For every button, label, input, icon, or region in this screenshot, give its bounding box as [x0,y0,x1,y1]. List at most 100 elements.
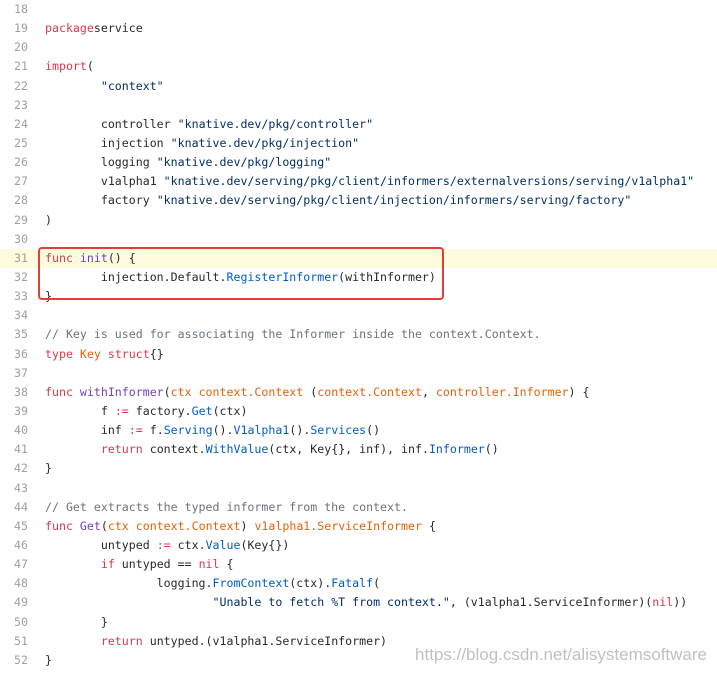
code-token: V1alpha1 [233,423,290,438]
line-content: import( [45,57,94,76]
line-number: 51 [14,633,28,648]
code-token: } [45,461,52,476]
line-number: 29 [14,212,28,227]
line-number: 27 [14,174,28,189]
code-token: controller.Informer [435,384,569,399]
code-line: 30 [0,230,717,249]
code-token: nil [652,595,674,610]
code-token: "knative.dev/serving/pkg/client/injectio… [156,193,632,208]
code-token: , [421,384,436,399]
code-token: "knative.dev/pkg/injection" [170,135,360,150]
code-token: { [421,518,436,533]
line-content: } [45,613,108,632]
code-line: 37 [0,364,717,383]
code-token: {} [149,346,164,361]
code-line: 41 return context.WithValue(ctx, Key{}, … [0,440,717,459]
highlight-box [38,247,444,300]
code-line: 24 controller "knative.dev/pkg/controlle… [0,115,717,134]
code-line: 48 logging.FromContext(ctx).Fatalf( [0,574,717,593]
line-number: 43 [14,480,28,495]
code-token: ( [303,384,318,399]
code-token: ctx context.Context [170,384,304,399]
line-number: 25 [14,135,28,150]
code-line: 45 func Get(ctx context.Context) v1alpha1… [0,517,717,536]
code-line: 43 [0,479,717,498]
line-content: // Get extracts the typed informer from … [45,498,408,517]
line-number: 33 [14,289,28,304]
code-token: WithValue [205,442,269,457]
code-token: package [45,21,94,36]
code-token: "knative.dev/pkg/logging" [156,155,332,170]
code-token: (ctx). [289,576,332,591]
line-number: 39 [14,403,28,418]
code-line: 29) [0,211,717,230]
code-line: 26 logging "knative.dev/pkg/logging" [0,153,717,172]
line-content: factory "knative.dev/serving/pkg/client/… [45,191,632,210]
code-line: 34 [0,306,717,325]
line-number: 34 [14,308,28,323]
code-token: )) [673,595,688,610]
code-token: // Key is used for associating the Infor… [45,327,541,342]
line-number: 42 [14,461,28,476]
code-line: 27 v1alpha1 "knative.dev/serving/pkg/cli… [0,172,717,191]
code-token: v1alpha1.ServiceInformer [254,518,422,533]
code-token: Get [79,518,101,533]
line-content: "Unable to fetch %T from context.", (v1a… [45,593,688,612]
code-token: service [93,21,143,36]
line-content: packageservice [45,19,143,38]
line-content: } [45,459,52,478]
code-token: "knative.dev/serving/pkg/client/informer… [163,174,695,189]
code-token: () [366,423,381,438]
code-token: struct [107,346,150,361]
code-token: Key [79,346,101,361]
code-token: ( [100,518,108,533]
code-token: Services [310,423,367,438]
line-number: 23 [14,97,28,112]
line-number: 20 [14,40,28,55]
code-token: func [45,518,73,533]
code-token: nil [198,557,220,572]
line-content: v1alpha1 "knative.dev/serving/pkg/client… [45,172,694,191]
code-token: Informer [428,442,485,457]
code-line: 38 func withInformer(ctx context.Context … [0,383,717,402]
code-token: := [114,403,129,418]
code-line: 22 "context" [0,77,717,96]
line-content: injection "knative.dev/pkg/injection" [45,134,359,153]
code-token: := [128,423,143,438]
code-line: 23 [0,96,717,115]
line-content: func withInformer(ctx context.Context (c… [45,383,590,402]
code-token: ( [373,576,381,591]
line-number: 47 [14,557,28,572]
code-token: ) [45,212,52,227]
code-token: () [484,442,499,457]
line-number: 52 [14,652,28,667]
code-token: , (v1alpha1.ServiceInformer)( [449,595,653,610]
code-token: v1alpha1 [45,174,164,189]
line-number: 41 [14,442,28,457]
line-content: } [45,651,52,670]
code-token: } [45,614,108,629]
code-line: 47 if untyped == nil { [0,555,717,574]
line-number: 18 [14,2,28,16]
line-content: func Get(ctx context.Context) v1alpha1.S… [45,517,436,536]
code-token: context.Context [317,384,422,399]
code-token: ctx. [170,537,206,552]
code-token: type [45,346,73,361]
code-token: (ctx) [212,403,248,418]
code-viewer: 18 19 packageservice 20 21 import(22 "context… [0,0,717,670]
code-token: := [156,537,171,552]
code-line: 35 // Key is used for associating the Inf… [0,325,717,344]
line-content: f := factory.Get(ctx) [45,402,248,421]
code-line: 19 packageservice [0,19,717,38]
code-line: 28 factory "knative.dev/serving/pkg/clie… [0,191,717,210]
code-token: injection [45,135,171,150]
code-token: controller [45,116,178,131]
code-line: 18 [0,0,717,19]
line-content: return context.WithValue(ctx, Key{}, inf… [45,440,499,459]
line-number: 22 [14,78,28,93]
line-content: controller "knative.dev/pkg/controller" [45,115,373,134]
code-line: 25 injection "knative.dev/pkg/injection" [0,134,717,153]
